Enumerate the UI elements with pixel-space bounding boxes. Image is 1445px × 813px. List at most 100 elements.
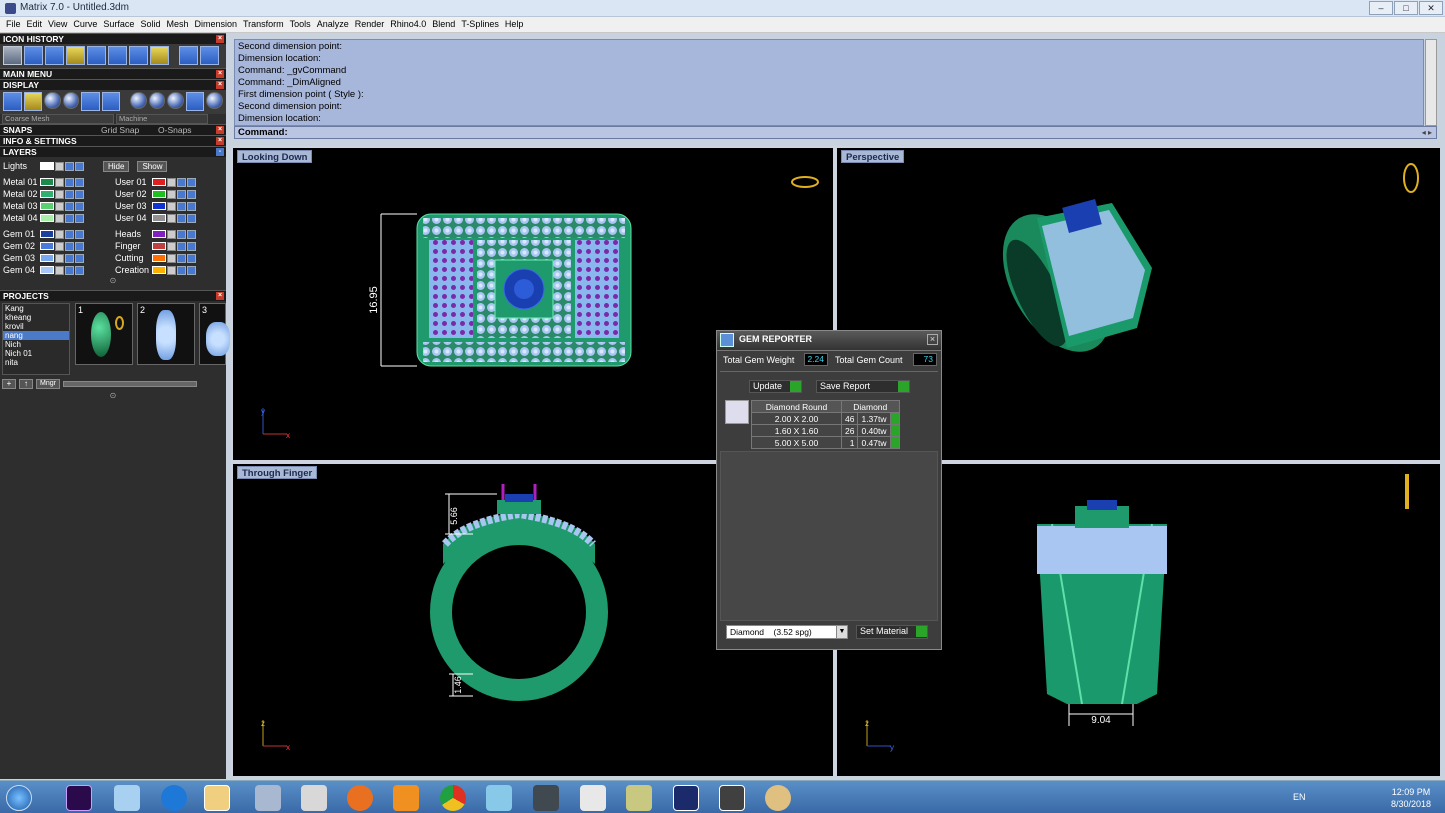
- layer-row[interactable]: Finger: [112, 240, 224, 252]
- menu-surface[interactable]: Surface: [100, 17, 137, 32]
- layer-toggle-icon[interactable]: [187, 201, 196, 211]
- layer-toggle-icon[interactable]: [75, 177, 84, 187]
- menu-view[interactable]: View: [45, 17, 70, 32]
- gem-reporter-titlebar[interactable]: GEM REPORTER ×: [717, 331, 941, 351]
- command-nav-arrows[interactable]: ◂ ▸: [1422, 127, 1432, 138]
- layer-toggle-icon[interactable]: [187, 189, 196, 199]
- command-scrollbar[interactable]: [1425, 39, 1437, 126]
- layer-toggle-icon[interactable]: [177, 253, 186, 263]
- close-icon[interactable]: ×: [216, 81, 224, 89]
- shade-sphere-icon[interactable]: [206, 92, 223, 109]
- project-thumbnail[interactable]: 2: [137, 303, 195, 365]
- lock-icon[interactable]: [167, 213, 176, 223]
- layer-toggle-icon[interactable]: [187, 253, 196, 263]
- hide-button[interactable]: Hide: [103, 160, 130, 172]
- display-mode-dropdown[interactable]: Machine: [116, 114, 208, 124]
- app-icon[interactable]: [486, 785, 512, 811]
- table-row[interactable]: 5.00 X 5.00 1 0.47tw: [751, 436, 900, 449]
- grid-snap-toggle[interactable]: Grid Snap: [101, 125, 139, 135]
- layer-color-swatch[interactable]: [152, 266, 166, 274]
- row-arrow-icon[interactable]: [889, 412, 900, 425]
- history-tool-icon[interactable]: [129, 46, 148, 65]
- layer-toggle-icon[interactable]: [75, 265, 84, 275]
- snipping-icon[interactable]: [301, 785, 327, 811]
- shade-sphere-icon[interactable]: [130, 92, 147, 109]
- menu-help[interactable]: Help: [502, 17, 527, 32]
- history-tool-icon[interactable]: [66, 46, 85, 65]
- snap-icon[interactable]: [23, 92, 43, 111]
- minimize-button[interactable]: –: [1369, 1, 1393, 15]
- layer-color-swatch[interactable]: [40, 178, 54, 186]
- layers-header[interactable]: LAYERS -: [0, 146, 226, 157]
- lock-icon[interactable]: [55, 265, 64, 275]
- layer-toggle-icon[interactable]: [187, 265, 196, 275]
- viewport-label[interactable]: Looking Down: [237, 150, 313, 163]
- layer-row[interactable]: User 03: [112, 200, 224, 212]
- layer-row[interactable]: Cutting: [112, 252, 224, 264]
- layer-toggle-icon[interactable]: [65, 189, 74, 199]
- layer-toggle-icon[interactable]: [65, 177, 74, 187]
- render-icon[interactable]: [185, 92, 205, 111]
- viewport-label[interactable]: Through Finger: [237, 466, 318, 479]
- menu-dimension[interactable]: Dimension: [191, 17, 240, 32]
- layer-toggle-icon[interactable]: [177, 229, 186, 239]
- menu-rhino4[interactable]: Rhino4.0: [387, 17, 429, 32]
- layer-row[interactable]: User 02: [112, 188, 224, 200]
- layer-toggle-icon[interactable]: [187, 213, 196, 223]
- project-thumbnail[interactable]: 3: [199, 303, 230, 365]
- layer-color-swatch[interactable]: [40, 230, 54, 238]
- layer-toggle-icon[interactable]: [187, 177, 196, 187]
- ie-icon[interactable]: [161, 785, 187, 811]
- layer-row[interactable]: Gem 01: [0, 228, 112, 240]
- project-slider[interactable]: [62, 381, 197, 387]
- material-icon[interactable]: [101, 92, 121, 111]
- menu-blend[interactable]: Blend: [429, 17, 458, 32]
- lock-icon[interactable]: [167, 177, 176, 187]
- layer-toggle-icon[interactable]: [65, 161, 74, 171]
- explorer-icon[interactable]: [114, 785, 140, 811]
- save-report-button[interactable]: Save Report: [816, 380, 910, 393]
- lock-icon[interactable]: [167, 201, 176, 211]
- layer-toggle-icon[interactable]: [75, 213, 84, 223]
- lock-icon[interactable]: [55, 241, 64, 251]
- layer-color-swatch[interactable]: [152, 230, 166, 238]
- close-icon[interactable]: ×: [927, 334, 938, 345]
- menu-analyze[interactable]: Analyze: [314, 17, 352, 32]
- menu-curve[interactable]: Curve: [70, 17, 100, 32]
- lock-icon[interactable]: [55, 201, 64, 211]
- layer-row[interactable]: Gem 03: [0, 252, 112, 264]
- layer-toggle-icon[interactable]: [75, 229, 84, 239]
- calculator-icon[interactable]: [255, 785, 281, 811]
- light-swatch[interactable]: [40, 162, 54, 170]
- menu-transform[interactable]: Transform: [240, 17, 287, 32]
- layer-toggle-icon[interactable]: [65, 265, 74, 275]
- lock-icon[interactable]: [167, 265, 176, 275]
- language-indicator[interactable]: EN: [1293, 792, 1306, 802]
- project-thumbnail[interactable]: 1: [75, 303, 133, 365]
- icon-history-header[interactable]: ICON HISTORY ×: [0, 33, 226, 44]
- close-icon[interactable]: ×: [216, 126, 224, 134]
- matrix-icon[interactable]: [673, 785, 699, 811]
- snaps-header[interactable]: SNAPS Grid Snap O-Snaps ×: [0, 124, 226, 135]
- lock-icon[interactable]: [167, 189, 176, 199]
- layer-toggle-icon[interactable]: [187, 241, 196, 251]
- layer-toggle-icon[interactable]: [177, 201, 186, 211]
- media-player-icon[interactable]: [393, 785, 419, 811]
- layer-color-swatch[interactable]: [152, 202, 166, 210]
- lock-icon[interactable]: [55, 253, 64, 263]
- expand-icon[interactable]: ⊙: [0, 276, 226, 286]
- zbrush-icon[interactable]: [580, 785, 606, 811]
- row-arrow-icon[interactable]: [889, 436, 900, 449]
- wireframe-icon[interactable]: [3, 92, 22, 111]
- folder-icon[interactable]: [204, 785, 230, 811]
- layer-color-swatch[interactable]: [152, 242, 166, 250]
- layer-row[interactable]: Gem 02: [0, 240, 112, 252]
- table-row[interactable]: 2.00 X 2.00 46 1.37tw: [751, 412, 900, 425]
- shade-sphere-icon[interactable]: [44, 92, 61, 109]
- close-icon[interactable]: ×: [216, 35, 224, 43]
- minimize-icon[interactable]: -: [216, 148, 224, 156]
- layer-toggle-icon[interactable]: [177, 177, 186, 187]
- arrow-left-icon[interactable]: [179, 46, 198, 65]
- project-list-item[interactable]: nang: [3, 331, 69, 340]
- paint-icon[interactable]: [765, 785, 791, 811]
